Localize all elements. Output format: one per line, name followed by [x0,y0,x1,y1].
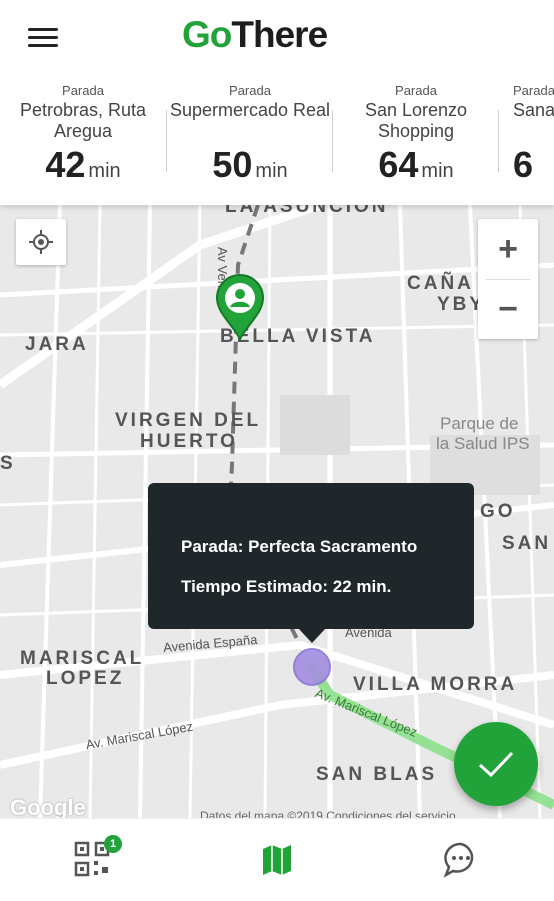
map-label: Parque de [440,414,519,433]
nav-chat[interactable] [441,839,481,879]
map-label: LOPEZ [46,668,125,689]
stop-card[interactable]: Parada San Lorenzo Shopping 64 min [333,83,499,186]
check-icon [478,751,514,778]
nav-qr[interactable]: 1 [74,835,122,879]
map-label: SAN BLAS [316,764,438,785]
map-label: MARISCAL [20,648,145,669]
bottom-nav: 1 [0,818,554,901]
stop-unit: min [88,160,121,182]
map-label: VIRGEN DEL [115,410,262,431]
stop-minutes: 42 [45,144,86,185]
stop-name: Petrobras, Ruta Aregua [19,100,147,141]
stop-caption: Parada [513,83,554,98]
map-label: S [0,453,16,474]
stop-name: San Lorenzo Shopping [364,100,468,141]
zoom-out-button[interactable]: − [478,280,538,339]
my-location-button[interactable] [16,219,66,265]
confirm-fab-button[interactable] [454,722,538,806]
map-label: HUERTO [140,431,238,452]
stop-name: Sana [513,100,554,120]
map-view[interactable]: LA ASUNCION BELLA VISTA JARA VIRGEN DEL … [0,205,554,818]
stop-unit: min [255,160,288,182]
stop-caption: Parada [62,83,104,98]
stop-caption: Parada [395,83,437,98]
google-logo: Google [10,795,86,818]
stop-name: Supermercado Real [169,100,331,120]
app-header: GoThere [0,0,554,75]
popup-estimated-time: Tiempo Estimado: 22 min. [181,577,392,596]
qr-badge: 1 [104,835,122,853]
zoom-controls: + − [478,219,538,339]
popup-stop-name: Parada: Perfecta Sacramento [181,537,418,556]
hamburger-menu-icon[interactable] [28,26,60,50]
stop-card[interactable]: Parada Sana 6 [499,83,554,186]
nav-map[interactable] [257,839,297,879]
map-label: LA ASUNCION [225,205,389,217]
user-location-dot [293,648,331,686]
stop-card[interactable]: Parada Petrobras, Ruta Aregua 42 min [0,83,166,186]
map-credits[interactable]: Datos del mapa ©2019 Condiciones del ser… [200,809,456,818]
stop-minutes: 6 [513,144,534,185]
chat-bubble-icon [443,842,474,878]
map-label: la Salud IPS [436,434,530,453]
stops-strip[interactable]: Parada Petrobras, Ruta Aregua 42 min Para… [0,75,554,205]
zoom-in-button[interactable]: + [478,219,538,279]
map-label: CAÑA [407,273,474,294]
map-label: SAN [502,533,552,554]
stop-minutes: 64 [378,144,419,185]
app-logo: GoThere [182,14,328,55]
stop-unit: min [421,160,454,182]
stop-marker-icon[interactable] [213,273,267,341]
map-label: GO [480,501,516,522]
crosshair-icon [29,230,53,254]
map-label: JARA [25,334,89,355]
stop-caption: Parada [229,83,271,98]
map-icon [263,845,291,875]
stop-card[interactable]: Parada Supermercado Real 50 min [167,83,333,186]
map-label: VILLA MORRA [353,674,518,695]
stop-minutes: 50 [212,144,253,185]
stop-info-popup[interactable]: Parada: Perfecta Sacramento Tiempo Estim… [148,483,474,643]
